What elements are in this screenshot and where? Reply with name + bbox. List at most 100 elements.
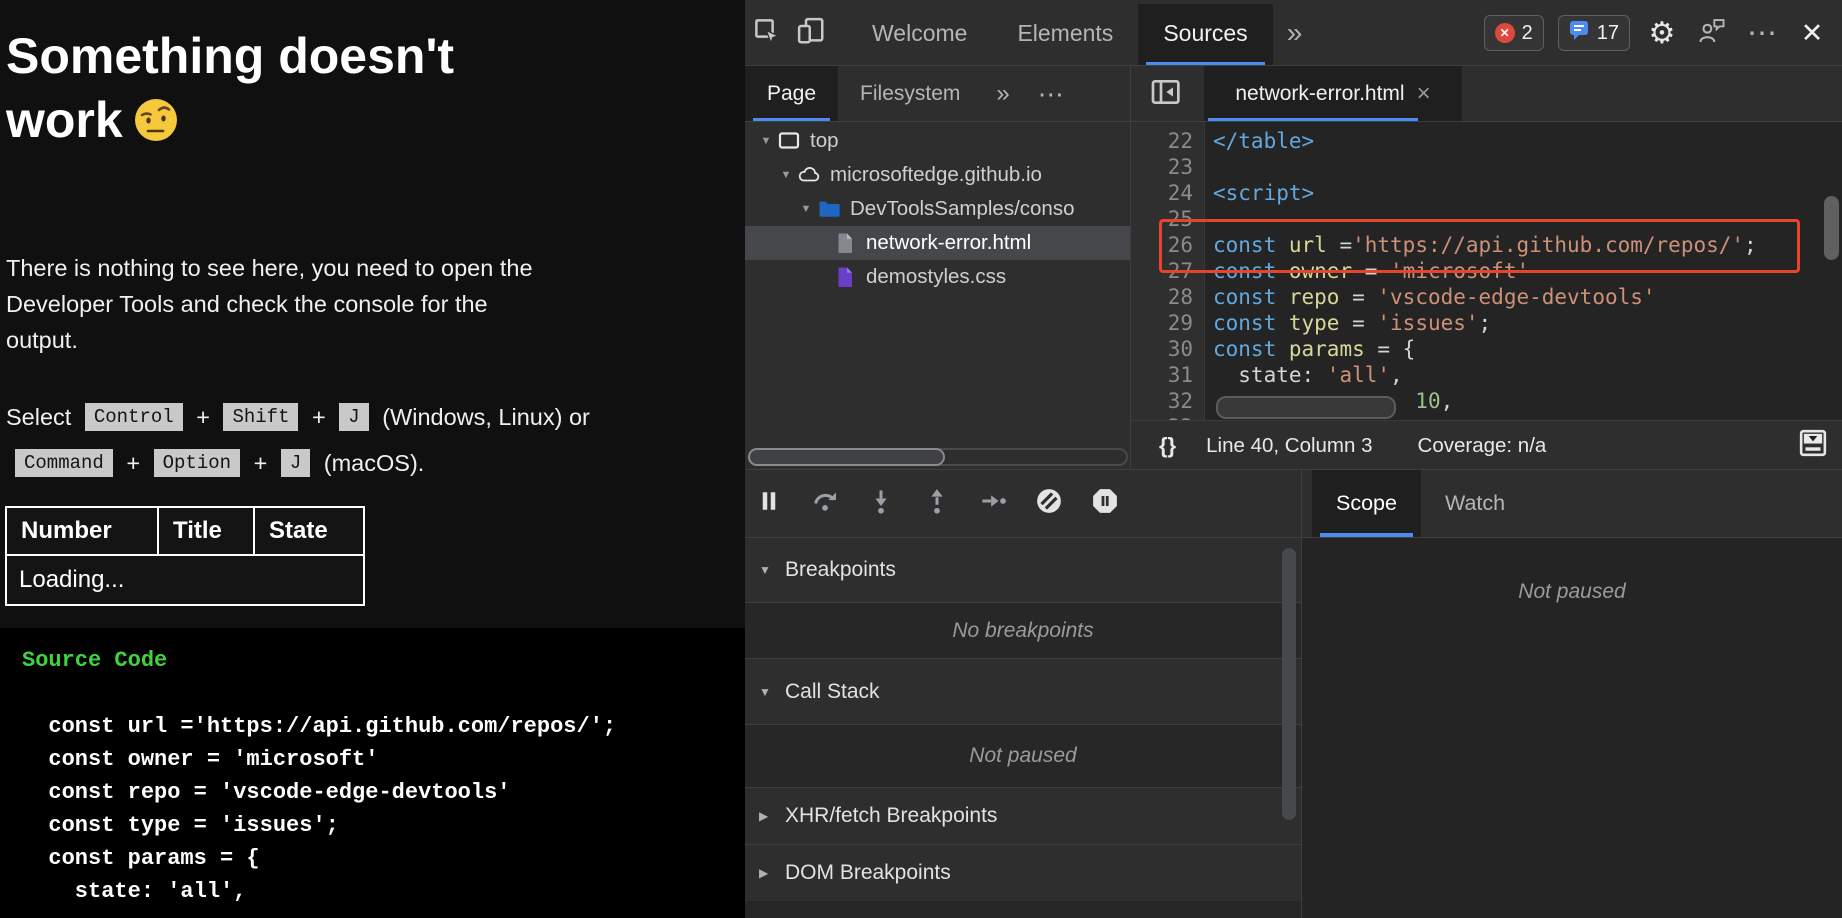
pause-script-button[interactable]: [753, 488, 785, 520]
settings-gear-icon[interactable]: ⚙: [1644, 16, 1680, 51]
tab-scope[interactable]: Scope: [1312, 470, 1421, 537]
tree-item-devtoolssamples-conso[interactable]: ▼ DevToolsSamples/conso: [745, 192, 1131, 226]
loading-cell: Loading...: [6, 555, 364, 605]
debugger-toolbar: [745, 470, 1301, 538]
section-header-xhr-fetch-breakpoints[interactable]: ▶XHR/fetch Breakpoints: [745, 787, 1301, 844]
line-number-31[interactable]: 31: [1131, 362, 1193, 388]
tree-item-top[interactable]: ▼top: [745, 124, 1131, 158]
chevron-down-icon[interactable]: ▼: [755, 135, 777, 147]
step-over-button[interactable]: [809, 488, 841, 520]
shortcut-separator: +: [305, 404, 332, 431]
editor-status-bar: {} Line 40, Column 3 Coverage: n/a: [1131, 420, 1842, 470]
kbd-j: J: [281, 449, 310, 477]
collapse-panel-icon: [1149, 76, 1181, 113]
section-header-dom-breakpoints[interactable]: ▶DOM Breakpoints: [745, 844, 1301, 901]
pause-on-exceptions-button[interactable]: [1089, 488, 1121, 520]
scope-watch-tabs: ScopeWatch: [1302, 470, 1842, 538]
chevron-down-icon[interactable]: ▼: [775, 169, 797, 181]
code-line-29: const type = 'issues';: [1213, 310, 1491, 336]
issues-count-badge[interactable]: 17: [1558, 15, 1630, 51]
more-panels-chevron[interactable]: »: [1273, 17, 1317, 49]
expand-panel-button[interactable]: [1798, 431, 1828, 461]
cloud-icon: [797, 163, 821, 187]
step-into-button[interactable]: [865, 488, 897, 520]
tree-item-label: DevToolsSamples/conso: [850, 197, 1074, 221]
devtools-panel: WelcomeElementsSources » ✕ 2 17 ⚙ ⋯ ✕: [745, 0, 1842, 918]
more-options-button[interactable]: ⋯: [1744, 16, 1780, 51]
tree-item-label: demostyles.css: [866, 265, 1006, 289]
line-number-28[interactable]: 28: [1131, 284, 1193, 310]
shortcut-text: Select: [6, 404, 78, 431]
device-emulation-button[interactable]: [789, 8, 833, 58]
tab-watch[interactable]: Watch: [1421, 470, 1529, 537]
navigator-tab-page[interactable]: Page: [745, 66, 838, 122]
deactivate-breakpoints-icon: [1034, 486, 1064, 521]
issues-table-header-state: State: [254, 507, 364, 555]
shortcut-separator: +: [247, 450, 274, 477]
divider: [1301, 470, 1302, 918]
section-label: Call Stack: [785, 680, 880, 704]
feedback-button[interactable]: [1694, 8, 1730, 58]
line-number-23[interactable]: 23: [1131, 154, 1193, 180]
tab-sources[interactable]: Sources: [1138, 4, 1272, 66]
source-code-line: const url ='https://api.github.com/repos…: [22, 710, 745, 743]
line-number-24[interactable]: 24: [1131, 180, 1193, 206]
tree-item-demostyles-css[interactable]: demostyles.css: [745, 260, 1131, 294]
issues-table-loading-row: Loading...: [6, 555, 364, 605]
chevron-down-icon[interactable]: ▼: [795, 203, 817, 215]
tree-item-microsoftedge-github-io[interactable]: ▼ microsoftedge.github.io: [745, 158, 1131, 192]
issues-count: 17: [1597, 22, 1619, 45]
error-icon: ✕: [1495, 23, 1515, 43]
line-number-30[interactable]: 30: [1131, 336, 1193, 362]
kbd-j: J: [339, 403, 368, 431]
source-code-line: const owner = 'microsoft': [22, 743, 745, 776]
navigator-tab-filesystem[interactable]: Filesystem: [838, 66, 982, 122]
editor-tab-close-icon[interactable]: ×: [1417, 80, 1431, 108]
kbd-control: Control: [85, 403, 183, 431]
section-empty-state: Not paused: [745, 724, 1301, 787]
source-code-box: Source Code const url ='https://api.gith…: [0, 628, 745, 918]
pretty-print-button[interactable]: {}: [1159, 433, 1176, 459]
step-into-icon: [866, 486, 896, 521]
editor-hscrollbar-thumb[interactable]: [1216, 396, 1396, 419]
tab-welcome[interactable]: Welcome: [847, 0, 992, 66]
source-code-line: const repo = 'vscode-edge-devtools': [22, 776, 745, 809]
chevron-down-icon: ▼: [759, 563, 785, 577]
step-out-button[interactable]: [921, 488, 953, 520]
debugger-vscrollbar-thumb[interactable]: [1282, 548, 1296, 820]
pause-on-exceptions-icon: [1090, 486, 1120, 521]
navigator-hscrollbar-thumb[interactable]: [748, 448, 945, 466]
collapse-navigator-button[interactable]: [1145, 74, 1185, 114]
error-count-badge[interactable]: ✕ 2: [1484, 15, 1544, 51]
navigator-more-tabs-chevron[interactable]: »: [982, 80, 1023, 108]
navigator-more-options[interactable]: ⋯: [1024, 79, 1078, 110]
inspect-element-button[interactable]: [745, 8, 789, 58]
close-devtools-button[interactable]: ✕: [1794, 18, 1830, 49]
editor-vscrollbar-thumb[interactable]: [1824, 196, 1839, 260]
screen: Something doesn't work There is nothing …: [0, 0, 1842, 918]
step-button[interactable]: [977, 488, 1009, 520]
active-tab-underline: [1320, 533, 1413, 537]
tab-elements[interactable]: Elements: [992, 0, 1138, 66]
shortcut-mac: Command + Option + J (macOS).: [6, 440, 590, 486]
devtools-main-toolbar: WelcomeElementsSources » ✕ 2 17 ⚙ ⋯ ✕: [745, 0, 1842, 66]
issues-table-header-row: NumberTitleState: [6, 507, 364, 555]
line-number-29[interactable]: 29: [1131, 310, 1193, 336]
tree-item-label: microsoftedge.github.io: [830, 163, 1042, 187]
deactivate-breakpoints-button[interactable]: [1033, 488, 1065, 520]
code-line-31: state: 'all',: [1213, 362, 1403, 388]
editor-tab-network-error[interactable]: network-error.html ×: [1204, 66, 1462, 122]
line-number-22[interactable]: 22: [1131, 128, 1193, 154]
tree-item-network-error-html[interactable]: network-error.html: [745, 226, 1131, 260]
code-editor[interactable]: 222324252627282930313233 </table><script…: [1131, 122, 1842, 420]
raised-eyebrow-emoji: [133, 94, 179, 158]
divider: [745, 121, 1842, 122]
source-code-line: const params = {: [22, 842, 745, 875]
line-number-32[interactable]: 32: [1131, 388, 1193, 414]
navigator-tabs: PageFilesystem»⋯: [745, 66, 1131, 122]
file-tree: ▼top▼microsoftedge.github.io▼DevToolsSam…: [745, 122, 1131, 448]
pause-icon: [754, 486, 784, 521]
section-empty-state: No breakpoints: [745, 602, 1301, 658]
section-header-call-stack[interactable]: ▼Call Stack: [745, 658, 1301, 724]
section-header-breakpoints[interactable]: ▼Breakpoints: [745, 538, 1301, 602]
